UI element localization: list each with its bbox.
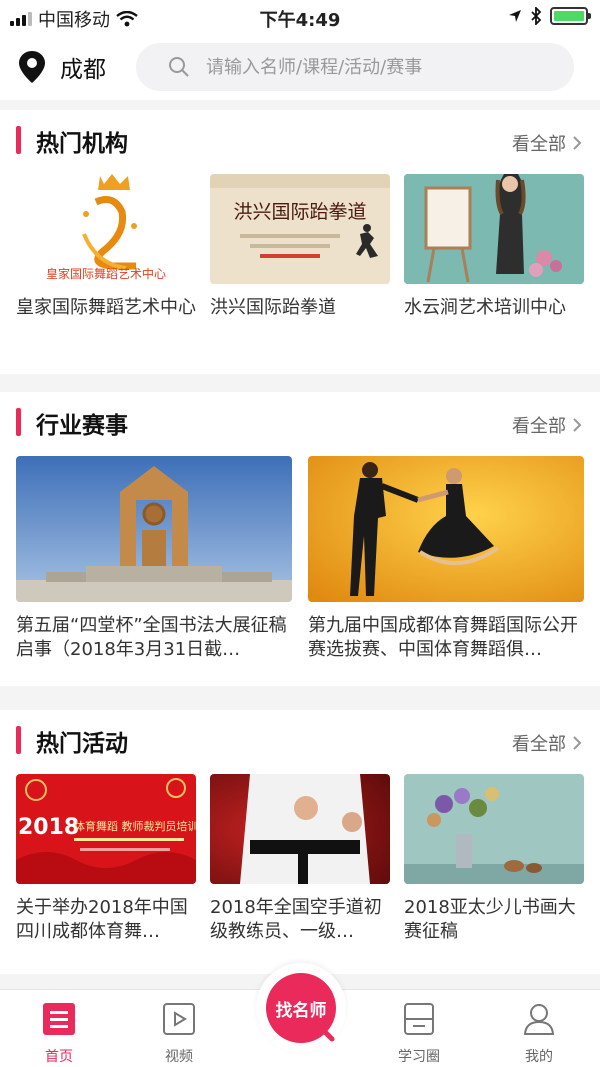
- activity-card[interactable]: 2018年全国空手道初级教练员、一级…: [210, 774, 390, 944]
- top-header: 成都: [0, 34, 600, 100]
- battery-icon: [550, 7, 591, 25]
- section-title: 热门机构: [36, 131, 128, 157]
- institution-banner-title: 洪兴国际跆拳道: [233, 201, 366, 223]
- find-teacher-label: 找名师: [275, 1000, 327, 1021]
- activity-title: 关于举办2018年中国四川成都体育舞…: [16, 897, 188, 942]
- view-all-label: 看全部: [512, 134, 566, 155]
- status-bar: 中国移动 下午4:49: [0, 0, 600, 34]
- activity-title: 2018年全国空手道初级教练员、一级…: [210, 897, 382, 942]
- city-label: 成都: [60, 57, 106, 83]
- home-icon: [43, 1003, 75, 1035]
- section-title: 行业赛事: [36, 413, 128, 439]
- tab-video[interactable]: 视频: [144, 1002, 214, 1066]
- activity-card[interactable]: 2018亚太少儿书画大赛征稿: [404, 774, 584, 944]
- section-header: 热门机构 看全部: [0, 110, 600, 170]
- institution-card[interactable]: 水云涧艺术培训中心: [404, 174, 584, 320]
- tab-study-circle[interactable]: 学习圈: [384, 1002, 454, 1066]
- search-icon: [169, 57, 189, 77]
- tab-label: 视频: [165, 1049, 193, 1065]
- video-play-icon: [163, 1003, 195, 1035]
- activity-photo: [404, 774, 584, 884]
- institution-name: 水云涧艺术培训中心: [404, 297, 566, 318]
- section-title: 热门活动: [36, 731, 128, 757]
- chevron-right-icon: [573, 136, 582, 150]
- competition-card[interactable]: 第九届中国成都体育舞蹈国际公开赛选拔赛、中国体育舞蹈俱…: [308, 456, 584, 662]
- view-all-link[interactable]: 看全部: [512, 412, 582, 438]
- chevron-right-icon: [573, 418, 582, 432]
- competition-image: [308, 456, 584, 602]
- magnifier-handle-icon: [318, 1025, 335, 1042]
- user-icon: [523, 1004, 555, 1035]
- institution-name: 皇家国际舞蹈艺术中心: [16, 297, 196, 318]
- view-all-link[interactable]: 看全部: [512, 130, 582, 156]
- institution-name: 洪兴国际跆拳道: [210, 297, 336, 318]
- view-all-label: 看全部: [512, 416, 566, 437]
- section-accent-bar: [16, 726, 21, 754]
- chevron-right-icon: [573, 736, 582, 750]
- competition-card[interactable]: 第五届“四堂杯”全国书法大展征稿启事（2018年3月31日截…: [16, 456, 292, 662]
- banner-year: 2018: [18, 815, 79, 840]
- view-all-label: 看全部: [512, 734, 566, 755]
- book-icon: [404, 1003, 434, 1035]
- tab-home[interactable]: 首页: [24, 1002, 94, 1066]
- institution-logo-image: 皇家国际舞蹈艺术中心: [16, 174, 196, 284]
- search-input[interactable]: [206, 56, 566, 78]
- bluetooth-icon: [531, 7, 542, 25]
- institution-logo-text: 皇家国际舞蹈艺术中心: [46, 266, 166, 281]
- tab-label: 我的: [525, 1049, 553, 1065]
- banner-text: 体育舞蹈 教师裁判员培训: [74, 819, 196, 833]
- find-teacher-button[interactable]: 找名师: [256, 963, 346, 1053]
- search-bar[interactable]: [136, 43, 574, 91]
- activity-banner-image: 2018 体育舞蹈 教师裁判员培训: [16, 774, 196, 884]
- activity-card[interactable]: 2018 体育舞蹈 教师裁判员培训 关于举办2018年中国四川成都体育舞…: [16, 774, 196, 944]
- view-all-link[interactable]: 看全部: [512, 730, 582, 756]
- section-header: 行业赛事 看全部: [0, 392, 600, 452]
- section-accent-bar: [16, 126, 21, 154]
- competition-title: 第九届中国成都体育舞蹈国际公开赛选拔赛、中国体育舞蹈俱…: [308, 615, 578, 660]
- section-header: 热门活动 看全部: [0, 710, 600, 770]
- location-arrow-icon: [509, 10, 521, 22]
- tab-label: 学习圈: [398, 1049, 440, 1065]
- section-hot-institutions: 热门机构 看全部 皇家国际舞蹈艺术中心 皇家国际舞蹈艺术中心 洪兴国际跆拳道 洪…: [0, 110, 600, 374]
- section-accent-bar: [16, 408, 21, 436]
- competition-title: 第五届“四堂杯”全国书法大展征稿启事（2018年3月31日截…: [16, 615, 287, 660]
- institution-card[interactable]: 皇家国际舞蹈艺术中心 皇家国际舞蹈艺术中心: [16, 174, 196, 320]
- activity-photo: [210, 774, 390, 884]
- tab-mine[interactable]: 我的: [504, 1002, 574, 1066]
- institution-banner-image: 洪兴国际跆拳道: [210, 174, 390, 284]
- institution-photo: [404, 174, 584, 284]
- location-pin-icon: [19, 51, 45, 83]
- competition-image: [16, 456, 292, 602]
- institution-card[interactable]: 洪兴国际跆拳道 洪兴国际跆拳道: [210, 174, 390, 320]
- tab-label: 首页: [45, 1049, 73, 1065]
- section-hot-activities: 热门活动 看全部 2018 体育舞蹈 教师裁判员培训 关于举办2018年中国四川…: [0, 710, 600, 974]
- activity-title: 2018亚太少儿书画大赛征稿: [404, 897, 576, 942]
- section-industry-competitions: 行业赛事 看全部 第五届“四堂杯”全国书法大展征稿启事（2018年3月31日截…: [0, 392, 600, 686]
- city-selector[interactable]: 成都: [18, 50, 106, 84]
